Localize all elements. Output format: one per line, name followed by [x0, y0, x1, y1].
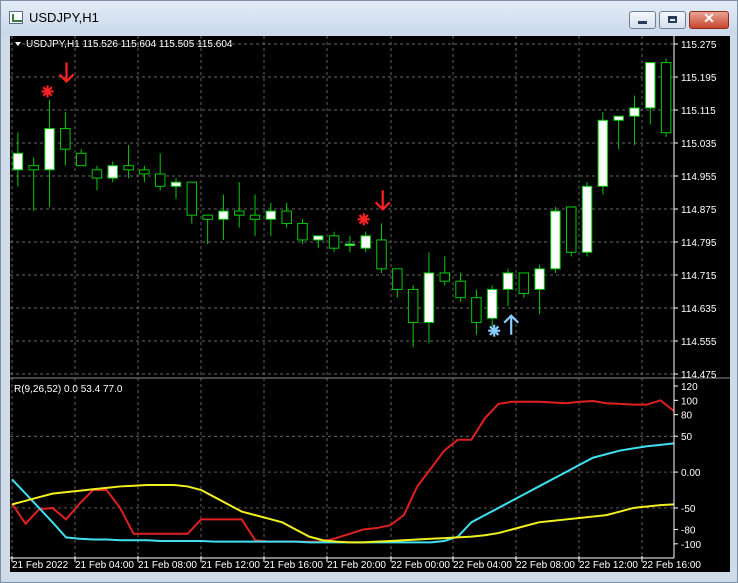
candle-body — [265, 210, 277, 220]
price-tick-label: 114.555 — [681, 337, 717, 348]
candle-body — [249, 214, 261, 220]
candle-body — [328, 235, 340, 249]
price-tick-label: 115.275 — [681, 40, 717, 51]
candle-body — [344, 243, 356, 247]
candle-body — [139, 169, 150, 175]
time-tick-label: 22 Feb 08:00 — [516, 560, 575, 571]
price-tick-label: 115.195 — [681, 73, 717, 84]
indicator-tick-label: -80 — [681, 525, 696, 536]
maximize-button[interactable] — [659, 11, 686, 29]
candle-body — [376, 239, 387, 270]
price-chart[interactable]: 115.275 115.195 115.115 115.035 114.955 114.8… — [10, 36, 730, 572]
time-tick-label: 21 Feb 20:00 — [327, 560, 386, 571]
chart-window: USDJPY,H1 ✕ 115.275 115.195 115.115 115.035… — [0, 0, 738, 583]
price-tick-label: 114.715 — [681, 271, 717, 282]
candle-body — [439, 272, 451, 282]
signal-star-icon — [41, 85, 54, 98]
close-icon: ✕ — [703, 10, 715, 26]
candle-body — [502, 272, 514, 290]
chart-header: USDJPY,H1 115.526 115.604 115.505 115.60… — [15, 39, 233, 50]
chart-header-label: USDJPY,H1 115.526 115.604 115.505 115.60… — [26, 39, 233, 50]
title-bar[interactable]: USDJPY,H1 ✕ — [1, 1, 737, 35]
time-tick-label: 21 Feb 04:00 — [75, 560, 134, 571]
candle-body — [518, 272, 530, 295]
close-button[interactable]: ✕ — [689, 10, 729, 29]
candle-body — [629, 107, 640, 117]
price-tick-label: 114.475 — [681, 370, 717, 381]
candle-body — [392, 268, 403, 290]
candle-body — [233, 210, 245, 216]
candle-body — [597, 119, 609, 187]
candle — [660, 58, 672, 137]
candle-body — [154, 173, 166, 187]
time-tick-label: 21 Feb 12:00 — [201, 560, 260, 571]
candle-body — [313, 235, 324, 241]
time-tick-label: 22 Feb 00:00 — [391, 560, 450, 571]
candle-body — [44, 128, 55, 171]
time-tick-label: 22 Feb 04:00 — [453, 560, 512, 571]
candle-body — [660, 62, 672, 134]
candle-body — [565, 206, 577, 253]
candle-body — [407, 288, 419, 323]
candle-body — [170, 181, 182, 187]
candle-body — [186, 181, 198, 216]
candle — [550, 206, 561, 273]
candle-body — [12, 152, 24, 171]
candle-body — [123, 165, 134, 171]
candle-body — [91, 169, 103, 179]
indicator-label: R(9,26,52) 0.0 53.4 77.0 — [14, 384, 123, 395]
candle-body — [28, 165, 39, 171]
price-tick-label: 115.115 — [681, 106, 716, 117]
candle — [297, 219, 308, 245]
candle-body — [423, 272, 435, 323]
candle — [581, 182, 593, 257]
indicator-tick-label: 50 — [681, 432, 693, 443]
time-tick-label: 21 Feb 2022 — [12, 560, 69, 571]
candle-body — [534, 268, 545, 290]
window-title: USDJPY,H1 — [29, 10, 99, 25]
candle-body — [60, 128, 71, 150]
time-tick-label: 22 Feb 12:00 — [579, 560, 638, 571]
signal-star-icon — [488, 324, 501, 337]
candle-body — [645, 62, 656, 109]
candle — [597, 112, 609, 195]
indicator-tick-label: 80 — [681, 411, 693, 422]
indicator-tick-label: -50 — [681, 504, 696, 515]
time-tick-label: 22 Feb 16:00 — [642, 560, 701, 571]
candle-body — [613, 115, 624, 121]
candle-body — [107, 165, 119, 179]
candle-body — [471, 297, 482, 323]
indicator-tick-label: -100 — [681, 540, 701, 551]
price-tick-label: 114.955 — [681, 172, 717, 183]
candle — [565, 206, 577, 257]
indicator-tick-label: 120 — [681, 382, 698, 393]
candle-body — [202, 214, 213, 220]
candle-body — [75, 152, 87, 167]
price-tick-label: 114.635 — [681, 304, 717, 315]
candle-body — [455, 280, 466, 299]
time-scale: 21 Feb 2022 21 Feb 04:00 21 Feb 08:00 21 Fe… — [10, 556, 701, 571]
candle-body — [581, 185, 593, 253]
candle-body — [297, 222, 308, 241]
price-tick-label: 114.875 — [681, 205, 717, 216]
indicator-tick-label: 0.00 — [681, 468, 701, 479]
candle-body — [218, 210, 229, 220]
candle-body — [281, 210, 292, 224]
candle-body — [360, 235, 371, 249]
indicator-tick-label: 100 — [681, 396, 698, 407]
candle — [518, 272, 530, 298]
time-tick-label: 21 Feb 16:00 — [264, 560, 323, 571]
minimize-button[interactable] — [629, 11, 656, 29]
time-tick-label: 21 Feb 08:00 — [138, 560, 197, 571]
price-tick-label: 114.795 — [681, 238, 717, 249]
price-tick-label: 115.035 — [681, 139, 717, 150]
chart-window-icon — [9, 11, 23, 24]
candle-body — [550, 210, 561, 270]
candle-body — [486, 288, 498, 319]
signal-star-icon — [357, 213, 370, 226]
